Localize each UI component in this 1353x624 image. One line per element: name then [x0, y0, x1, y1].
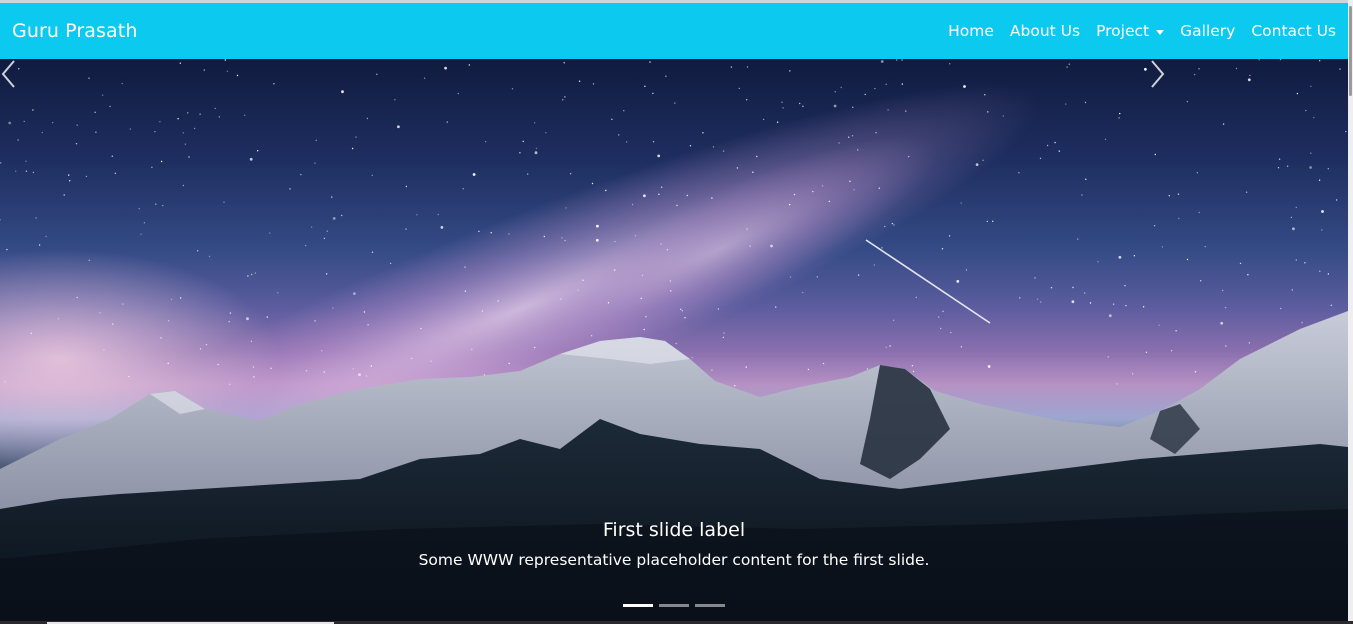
nav-menu: Home About Us Project Gallery Contact Us	[932, 22, 1336, 40]
chevron-right-icon	[1151, 60, 1165, 88]
indicator-slide-1[interactable]	[623, 604, 653, 607]
navbar: Guru Prasath Home About Us Project Galle…	[0, 3, 1348, 59]
carousel-caption: First slide label Some WWW representativ…	[0, 519, 1348, 569]
indicator-slide-2[interactable]	[659, 604, 689, 607]
nav-about-us[interactable]: About Us	[1010, 22, 1080, 40]
chevron-left-icon	[1, 60, 15, 88]
nav-project-label: Project	[1096, 22, 1150, 40]
brand-link[interactable]: Guru Prasath	[12, 20, 137, 42]
slide-text: Some WWW representative placeholder cont…	[418, 551, 930, 569]
nav-home[interactable]: Home	[948, 22, 994, 40]
scrollbar-thumb[interactable]	[1349, 6, 1352, 96]
indicator-slide-3[interactable]	[695, 604, 725, 607]
caret-down-icon	[1156, 29, 1165, 35]
nav-contact-us[interactable]: Contact Us	[1251, 22, 1336, 40]
carousel-indicators	[0, 604, 1348, 607]
hero-carousel: First slide label Some WWW representativ…	[0, 59, 1348, 621]
nav-project-dropdown[interactable]: Project	[1096, 22, 1165, 40]
nav-gallery[interactable]: Gallery	[1180, 22, 1235, 40]
slide-title: First slide label	[602, 519, 746, 541]
